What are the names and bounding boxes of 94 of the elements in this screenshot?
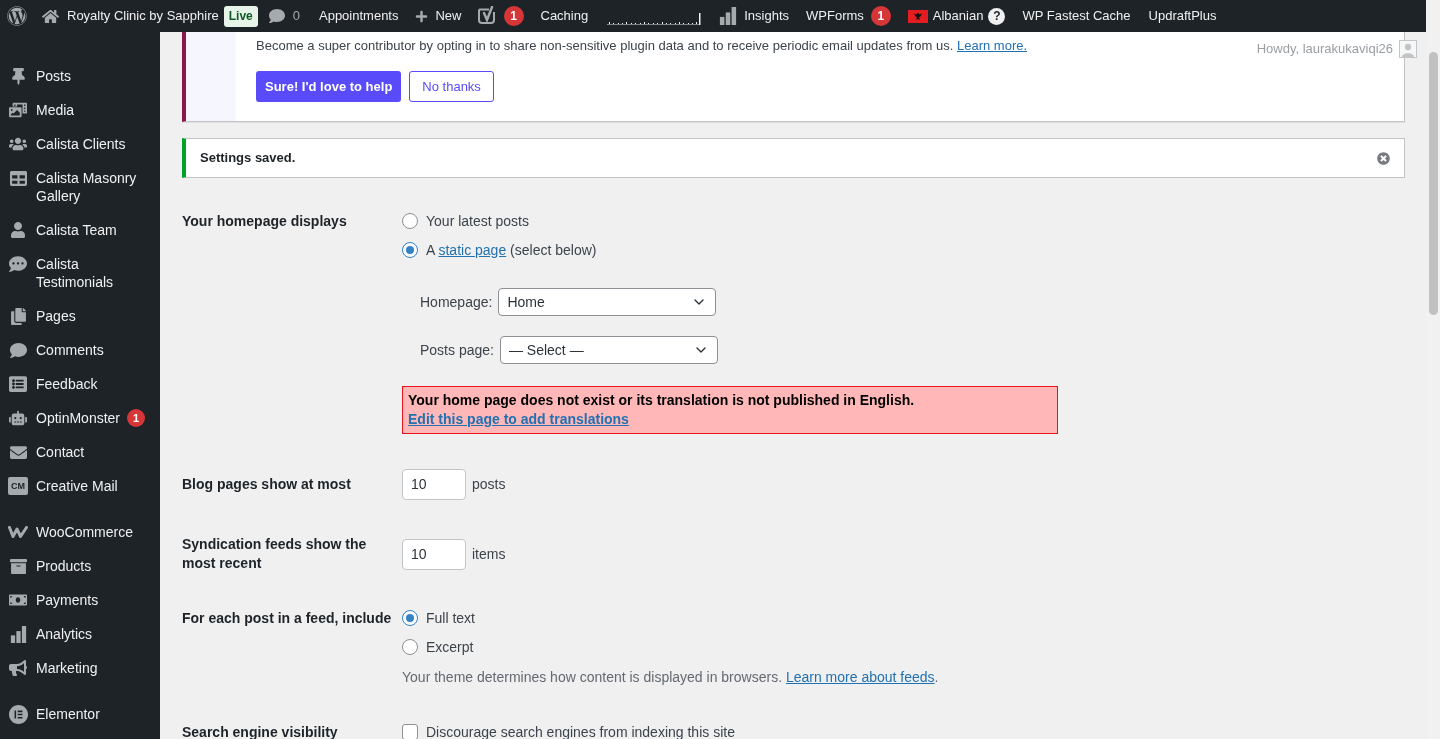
bar-chart-icon [719, 7, 738, 25]
static-page-link[interactable]: static page [438, 242, 507, 258]
notice-text: Become a super contributor by opting in to share non-sensitive plugin data and to receive periodic email updates from us. Learn more. [256, 37, 1028, 55]
menu-item[interactable]: Products [0, 549, 160, 583]
megaphone-icon [9, 659, 27, 677]
toolbar-link[interactable]: Appointments [319, 6, 399, 26]
learn-more-link[interactable]: Learn more. [956, 38, 1028, 53]
menu-item[interactable]: Calista Masonry Gallery [0, 161, 160, 213]
stats-sparkline[interactable] [607, 12, 702, 26]
bar-chart-icon [9, 625, 27, 643]
menu-item[interactable]: OptinMonster 1 [0, 401, 160, 435]
field-label: Homepage: [420, 292, 493, 312]
w-logo-icon [8, 526, 28, 538]
plus-icon [415, 9, 429, 23]
toolbar-link[interactable]: Caching [540, 6, 589, 26]
comments-link[interactable]: 0 [257, 0, 310, 32]
error-message: Your home page does not exist or its translation is not published in English. [408, 391, 916, 410]
documents-icon [9, 307, 27, 325]
page-select[interactable]: Home [498, 288, 717, 316]
menu-item[interactable]: Comments [0, 333, 160, 367]
field-label: Posts page: [420, 340, 494, 360]
radio-label: Full text [426, 609, 475, 628]
radio-label: A static page (select below) [426, 241, 597, 260]
site-name-link[interactable]: Royalty Clinic by Sapphire [34, 0, 224, 32]
menu-item[interactable]: Calista Team [0, 213, 160, 247]
number-field[interactable]: 10 [402, 469, 466, 500]
menu-item[interactable]: Media [0, 93, 160, 127]
new-link[interactable]: New [407, 0, 470, 32]
unit-label: posts [472, 475, 506, 494]
toolbar-link[interactable]: UpdraftPlus [1148, 6, 1217, 26]
setting-label: For each post in a feed, include [182, 611, 393, 625]
user-icon [10, 222, 26, 238]
greeting-text: Howdy, laurakukaviqi26 [1256, 40, 1393, 58]
setting-label: Search engine visibility [182, 725, 339, 739]
opt-in-button[interactable]: Sure! I'd love to help [256, 71, 402, 102]
menu-item[interactable]: Calista Clients [0, 127, 160, 161]
menu-item[interactable]: Feedback [0, 367, 160, 401]
page-select[interactable]: — Select — [499, 336, 718, 364]
robot-icon [9, 409, 27, 427]
menu-item[interactable]: Posts [0, 59, 160, 93]
pin-icon [9, 67, 27, 85]
scrollbar[interactable] [1426, 0, 1440, 739]
feeds-link[interactable]: Learn more about feeds [785, 669, 935, 685]
logo-icon[interactable] [7, 6, 27, 26]
home-icon [42, 7, 59, 25]
comment-icon [9, 341, 27, 359]
menu-item[interactable]: Payments [0, 583, 160, 617]
help-badge[interactable]: ? [988, 7, 1006, 25]
checkbox-label: Discourage search engines from indexing this site [426, 725, 735, 739]
list-icon [9, 375, 27, 393]
table-icon [9, 169, 27, 187]
menu-item[interactable]: Calista Testimonials [0, 247, 160, 299]
menu-item[interactable]: Contact [0, 435, 160, 469]
decline-button[interactable]: No thanks [409, 71, 494, 102]
radio-label: Excerpt [426, 638, 474, 657]
menu-item[interactable]: Elementor [0, 697, 160, 731]
toolbar-link[interactable]: WPForms [806, 6, 864, 26]
menu-item[interactable]: Marketing [0, 651, 160, 685]
e-logo-icon [8, 704, 28, 724]
language-link[interactable]: Albanian [907, 6, 984, 26]
notification-badge: 1 [503, 6, 524, 26]
menu-item[interactable]: Pages [0, 299, 160, 333]
scrollbar-thumb[interactable] [1428, 52, 1438, 315]
tick-box-icon[interactable] [477, 6, 497, 26]
radio-button[interactable] [402, 213, 418, 229]
notice-message: Settings saved. [200, 149, 296, 168]
flag-icon [907, 9, 928, 23]
envelope-icon [9, 443, 27, 461]
unit-label: items [472, 544, 506, 564]
setting-label: Blog pages show at most [182, 475, 352, 494]
menu-item[interactable]: WooCommerce [0, 515, 160, 549]
speech-bubble-icon [9, 255, 27, 273]
checkbox[interactable] [402, 724, 418, 739]
logo-tile: CM [8, 477, 28, 495]
notification-badge: 1 [870, 6, 891, 26]
radio-label: Your latest posts [426, 212, 529, 231]
toolbar-link[interactable]: WP Fastest Cache [1022, 6, 1131, 26]
radio-button[interactable] [402, 639, 418, 655]
setting-label: Your homepage displays [182, 214, 348, 228]
setting-description: Your theme determines how content is displayed in browsers. Learn more about feeds. [402, 668, 939, 687]
setting-label: Syndication feeds show the most recent [182, 535, 368, 573]
menu-item[interactable]: CM Creative Mail [0, 469, 160, 503]
radio-button[interactable] [402, 242, 418, 258]
insights-link[interactable]: Insights [711, 0, 797, 32]
close-icon[interactable] [1377, 151, 1390, 165]
comment-icon [268, 8, 285, 24]
archive-icon [9, 557, 27, 575]
status-badge: Live [223, 5, 258, 27]
radio-button[interactable] [402, 610, 418, 626]
notification-badge: 1 [127, 409, 146, 427]
photo-video-icon [9, 101, 27, 119]
users-icon [9, 135, 27, 153]
menu-item[interactable]: Analytics [0, 617, 160, 651]
number-field[interactable]: 10 [402, 538, 466, 570]
